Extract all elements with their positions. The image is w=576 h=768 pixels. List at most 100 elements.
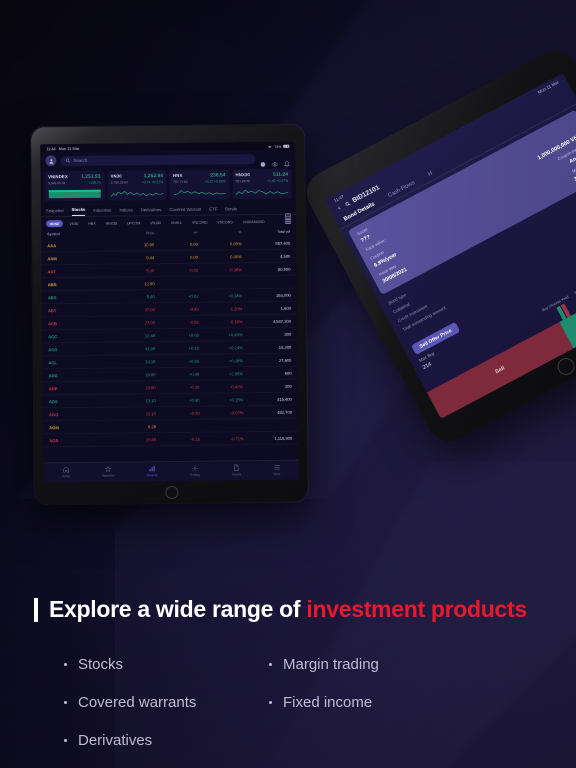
tablet-market-device: 11:44 Mon 11 Mar 74% Search VNINDEX 1,25…: [31, 124, 308, 505]
index-sparkline: [110, 186, 164, 199]
index-card-hnx30[interactable]: HNX30 511.24 581.85 bil +1.40 +0.27%: [231, 168, 292, 200]
index-price: 1,251.93: [81, 173, 101, 180]
chart-bars-icon: [149, 465, 155, 472]
nav-label: Markets: [146, 473, 158, 478]
nav-assets[interactable]: Assets: [232, 464, 241, 476]
tab-bonds[interactable]: Bonds: [225, 206, 237, 214]
cell-symbol: AAM: [47, 255, 57, 261]
cell-pct: +3.15%: [229, 396, 244, 403]
cell-change: +0.10: [188, 345, 200, 351]
index-sparkline: [235, 185, 289, 198]
tab-history[interactable]: H: [427, 171, 433, 178]
tab-industries[interactable]: Industries: [93, 207, 111, 215]
chip-vncond[interactable]: VNCOND: [189, 219, 211, 226]
search-input[interactable]: Search: [60, 153, 256, 166]
col-volume[interactable]: Total vol: [241, 230, 290, 235]
user-avatar-icon[interactable]: [45, 155, 57, 167]
status-time: 11:44: [46, 146, 56, 152]
cell-symbol: ADS: [48, 398, 58, 404]
chip-vndiamond[interactable]: VNDIAMOND: [239, 218, 268, 225]
cell-change: -0.45: [189, 306, 199, 312]
cell-symbol: ADG: [48, 372, 58, 378]
eye-icon[interactable]: [271, 155, 279, 167]
star-icon: [105, 465, 112, 472]
col-change[interactable]: +/-: [154, 231, 198, 235]
bullet-label: Fixed income: [283, 693, 373, 711]
cell-symbol: ACB: [48, 320, 57, 326]
cell-volume: 4,547,300: [272, 318, 292, 324]
feature-bullets: Stocks Margin trading Covered warrants F…: [34, 645, 542, 759]
cell-symbol: ABT: [47, 307, 57, 313]
menu-icon: [274, 465, 280, 470]
chip-vn30[interactable]: VN30: [66, 220, 82, 227]
col-price[interactable]: Price: [101, 231, 154, 236]
col-pct[interactable]: %: [198, 230, 241, 234]
back-chevron-icon[interactable]: ‹: [337, 205, 342, 212]
col-symbol[interactable]: Symbol: [47, 232, 100, 236]
nav-more[interactable]: More: [273, 464, 280, 476]
cell-price: 41.00: [144, 345, 156, 351]
index-card-hnx[interactable]: HNX 236.54 787.71 bil +0.22 +0.09%: [169, 169, 230, 200]
tab-etf[interactable]: ETF: [209, 206, 217, 214]
tab-indices[interactable]: Indices: [119, 207, 132, 215]
cell-pct: +0.34%: [228, 292, 243, 299]
chip-hnx[interactable]: HNX: [85, 220, 99, 227]
cell-change: -0.05: [189, 319, 199, 325]
cell-price: 37.00: [144, 306, 155, 312]
cell-volume: 600: [284, 370, 292, 376]
tab-covered-warrant[interactable]: Covered Warrant: [169, 206, 201, 214]
index-price: 1,252.94: [143, 173, 164, 180]
index-card-vnindex[interactable]: VNINDEX 1,251.93 9,649.00 bil +138.74: [44, 170, 105, 202]
bullet-dot-icon: [64, 738, 67, 742]
cell-change: +0.05: [188, 332, 199, 338]
chip-hnx30[interactable]: HNX30: [102, 220, 120, 227]
tab-snapshot[interactable]: Snapshot: [46, 208, 64, 216]
wifi-icon: [268, 145, 272, 148]
status-date: Mon 11 Mar: [58, 145, 80, 152]
chip-vnall[interactable]: VNALL: [167, 219, 185, 226]
theme-icon[interactable]: [259, 155, 266, 167]
index-card-vn30[interactable]: VN30 1,252.94 3,785.39 bil +2.74 +0.22%: [106, 170, 167, 201]
cell-volume: 80,900: [277, 266, 291, 272]
list-item: Stocks: [64, 656, 269, 673]
nav-watchlist[interactable]: Watchlist: [102, 465, 114, 478]
bell-icon[interactable]: [283, 155, 290, 168]
cell-volume: 1,115,800: [274, 435, 293, 441]
cell-symbol: ACL: [48, 359, 57, 365]
battery-icon: [283, 144, 290, 148]
stock-table-body: AAA 10.90 0.00 0.00% 957,400 AAM 9.44 0.00 0.00%…: [41, 237, 298, 462]
home-icon: [62, 466, 69, 473]
nav-markets[interactable]: Markets: [146, 465, 158, 478]
cell-price: 27.00: [144, 319, 156, 325]
nav-trading[interactable]: Trading: [190, 465, 200, 477]
cell-symbol: AAT: [47, 268, 56, 274]
top-icons: [259, 155, 290, 168]
cell-pct: -0.18%: [229, 318, 243, 325]
cell-change: +0.40: [188, 371, 200, 377]
chip-upcom[interactable]: UPCOM: [124, 219, 144, 226]
index-change: +2.74 +0.22%: [141, 180, 164, 185]
chip-vncons[interactable]: VNCONS: [214, 218, 236, 225]
cell-pct: [198, 280, 242, 285]
grid-view-icon[interactable]: [285, 206, 291, 219]
table-row[interactable]: AGR 20.85 -0.15 -0.71% 1,115,800: [43, 432, 298, 448]
cell-price: 5.30: [146, 267, 155, 273]
search-icon: [65, 158, 71, 163]
nav-label: Trading: [189, 472, 200, 477]
chip-vn100[interactable]: VN100: [147, 219, 165, 226]
cell-change: +0.02: [188, 293, 199, 299]
status-left: 11:44 Mon 11 Mar: [46, 146, 79, 151]
cell-price: 22.10: [145, 410, 156, 416]
nav-home[interactable]: Home: [62, 466, 70, 478]
market-home-button[interactable]: [164, 485, 178, 500]
headline-accent: investment products: [306, 596, 527, 622]
tab-derivatives[interactable]: Derivatives: [141, 207, 162, 215]
tab-stocks[interactable]: Stocks: [71, 206, 86, 216]
title-accent-bar: [34, 597, 38, 622]
bullet-dot-icon: [64, 662, 67, 666]
cell-symbol: ADP: [48, 385, 58, 391]
chip-hose[interactable]: HOSE: [46, 220, 64, 228]
cell-change: +0.40: [189, 397, 200, 403]
settings-icon: [191, 465, 198, 471]
menu-icon[interactable]: [285, 219, 292, 224]
